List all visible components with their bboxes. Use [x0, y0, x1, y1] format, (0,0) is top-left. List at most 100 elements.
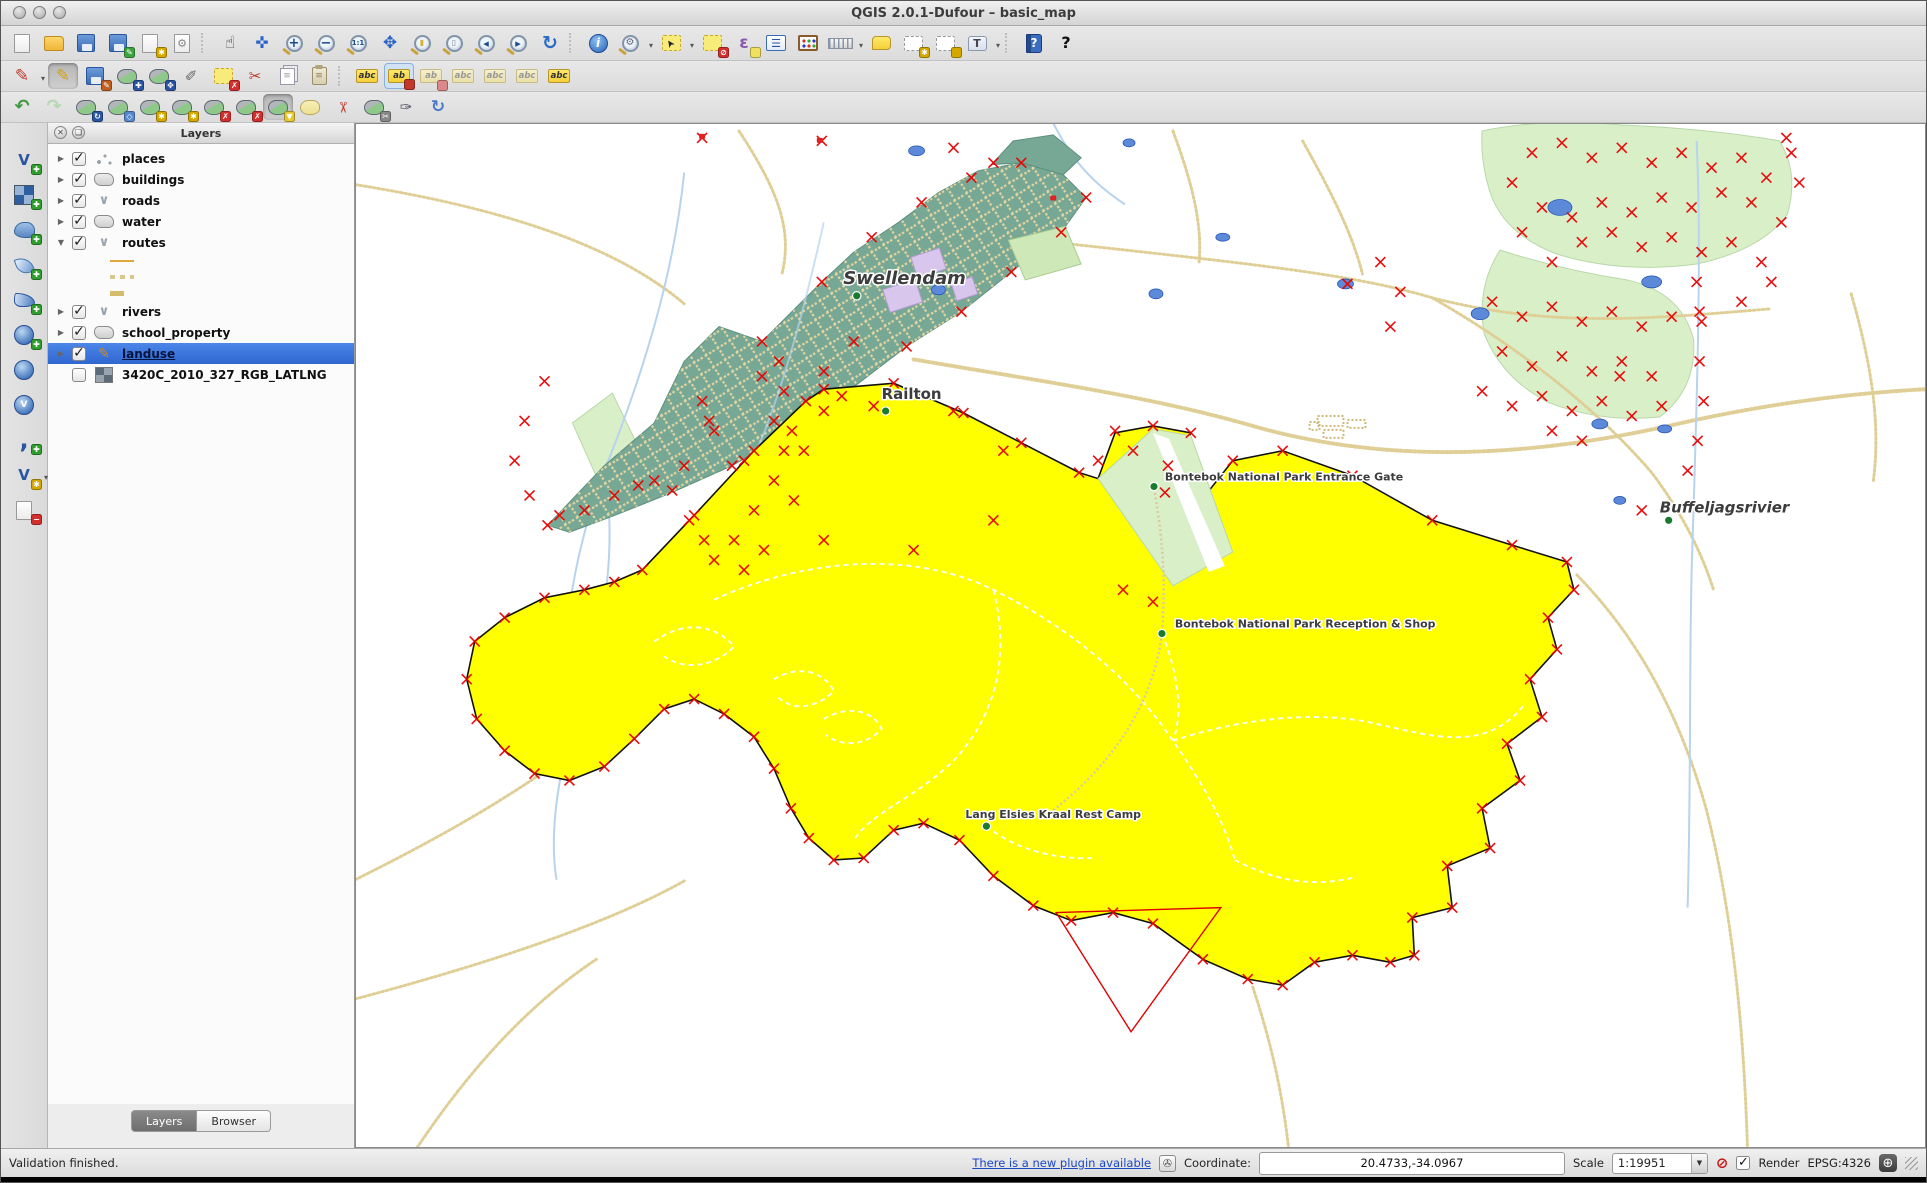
minimize-button[interactable]: [33, 6, 46, 19]
plugin-available-link[interactable]: There is a new plugin available: [972, 1156, 1151, 1170]
add-postgis-layer[interactable]: ✚: [8, 217, 40, 243]
save-layer-edits[interactable]: ✎: [80, 63, 110, 89]
float-panel-icon[interactable]: ❏: [72, 126, 85, 139]
layer-visibility-checkbox[interactable]: [72, 215, 86, 229]
open-project[interactable]: [39, 30, 69, 56]
refresh[interactable]: ↻: [535, 30, 565, 56]
add-delimited-text-layer[interactable]: ,✚: [8, 427, 40, 453]
move-label[interactable]: abc: [448, 63, 478, 89]
layer-visibility-checkbox[interactable]: [72, 368, 86, 382]
map-canvas[interactable]: SwellendamRailtonBontebok National Park …: [355, 123, 1926, 1148]
zoom-in[interactable]: +: [279, 30, 309, 56]
disclosure-triangle[interactable]: ▶: [56, 196, 66, 205]
split-parts[interactable]: ✂: [359, 94, 389, 120]
layer-item-roads[interactable]: ▶roads: [48, 190, 354, 211]
layer-item-water[interactable]: ▶water: [48, 211, 354, 232]
copy-features[interactable]: ≡: [272, 63, 302, 89]
add-part[interactable]: ✱: [167, 94, 197, 120]
layer-item-routes[interactable]: ▼routes: [48, 232, 354, 253]
scale-dropdown-icon[interactable]: ▼: [1691, 1154, 1707, 1173]
layer-visibility-checkbox[interactable]: [72, 236, 86, 250]
delete-selected[interactable]: ✗: [208, 63, 238, 89]
field-calculator[interactable]: [793, 30, 823, 56]
layer-item-places[interactable]: ▶places: [48, 148, 354, 169]
disclosure-triangle[interactable]: ▼: [56, 238, 66, 247]
layer-visibility-checkbox[interactable]: [72, 347, 86, 361]
highlight-pinned-labels[interactable]: ab: [416, 63, 446, 89]
text-annotation[interactable]: T▾: [962, 30, 992, 56]
pin-labels[interactable]: ab: [384, 63, 414, 89]
zoom-last[interactable]: ◂: [471, 30, 501, 56]
merge-selected-features[interactable]: ✑: [391, 94, 421, 120]
split-features[interactable]: ✂: [327, 94, 357, 120]
add-wfs-layer[interactable]: V: [8, 392, 40, 418]
layer-item-3420C_2010_327_RGB_LATLNG[interactable]: 3420C_2010_327_RGB_LATLNG: [48, 364, 354, 385]
add-feature[interactable]: ✚: [112, 63, 142, 89]
crs-indicator-icon[interactable]: ⊕: [1879, 1154, 1897, 1172]
coordinate-input[interactable]: [1259, 1152, 1565, 1175]
node-tool[interactable]: ✐: [176, 63, 206, 89]
help-contents[interactable]: ?: [1019, 30, 1049, 56]
plugin-icon[interactable]: ✇: [1159, 1155, 1176, 1172]
disclosure-triangle[interactable]: ▶: [56, 349, 66, 358]
disclosure-triangle[interactable]: ▶: [56, 217, 66, 226]
map-tips[interactable]: [866, 30, 896, 56]
add-spatialite-layer[interactable]: ✚: [8, 252, 40, 278]
whats-this[interactable]: ?: [1051, 30, 1081, 56]
layer-item-school_property[interactable]: ▶school_property: [48, 322, 354, 343]
paste-features[interactable]: ≡: [304, 63, 334, 89]
labeling-options[interactable]: abc: [352, 63, 382, 89]
layer-visibility-checkbox[interactable]: [72, 194, 86, 208]
disclosure-triangle[interactable]: ▶: [56, 307, 66, 316]
rotate-label[interactable]: abc: [480, 63, 510, 89]
run-feature-action[interactable]: ⚙▾: [615, 30, 645, 56]
zoom-next[interactable]: ▸: [503, 30, 533, 56]
select-features[interactable]: ➤▾: [656, 30, 686, 56]
close-button[interactable]: [13, 6, 26, 19]
zoom-to-layer[interactable]: ▯: [439, 30, 469, 56]
add-wcs-layer[interactable]: [8, 357, 40, 383]
select-by-expression[interactable]: ε: [729, 30, 759, 56]
close-panel-icon[interactable]: ✕: [54, 126, 67, 139]
cut-features[interactable]: ✂: [240, 63, 270, 89]
disclosure-triangle[interactable]: ▶: [56, 328, 66, 337]
add-ring[interactable]: ✱: [135, 94, 165, 120]
disclosure-triangle[interactable]: ▶: [56, 175, 66, 184]
zoom-native[interactable]: 1:1: [343, 30, 373, 56]
new-shapefile-layer[interactable]: V✱▾: [8, 462, 40, 488]
add-mssql-layer[interactable]: ✚: [8, 287, 40, 313]
delete-ring[interactable]: ✗: [199, 94, 229, 120]
new-print-composer[interactable]: ✱: [135, 30, 165, 56]
layer-item-buildings[interactable]: ▶buildings: [48, 169, 354, 190]
add-wms-layer[interactable]: ✚: [8, 322, 40, 348]
save-project[interactable]: [71, 30, 101, 56]
rotate-point-symbols[interactable]: ↻: [423, 94, 453, 120]
add-raster-layer[interactable]: ✚: [8, 182, 40, 208]
add-vector-layer[interactable]: V✚: [8, 147, 40, 173]
toggle-editing[interactable]: ✎: [48, 63, 78, 89]
move-feature[interactable]: ✥: [144, 63, 174, 89]
tab-layers[interactable]: Layers: [131, 1110, 197, 1132]
stop-render-icon[interactable]: ⊘: [1716, 1156, 1729, 1171]
deselect-features[interactable]: ⊘: [697, 30, 727, 56]
delete-part[interactable]: ✗: [231, 94, 261, 120]
render-checkbox[interactable]: [1736, 1156, 1750, 1170]
zoom-full[interactable]: ✥: [375, 30, 405, 56]
layer-item-landuse[interactable]: ▶landuse: [48, 343, 354, 364]
layer-visibility-checkbox[interactable]: [72, 173, 86, 187]
rotate-feature[interactable]: ↻: [71, 94, 101, 120]
current-edits[interactable]: ✎▾: [7, 63, 37, 89]
resize-grip[interactable]: [1905, 1157, 1918, 1170]
layer-visibility-checkbox[interactable]: [72, 152, 86, 166]
composer-manager[interactable]: ⚙: [167, 30, 197, 56]
layer-visibility-checkbox[interactable]: [72, 326, 86, 340]
change-label[interactable]: abc: [512, 63, 542, 89]
offset-curve[interactable]: [295, 94, 325, 120]
pan-map[interactable]: ☝: [215, 30, 245, 56]
disclosure-triangle[interactable]: ▶: [56, 154, 66, 163]
zoom-window-button[interactable]: [53, 6, 66, 19]
zoom-to-selection[interactable]: ▮: [407, 30, 437, 56]
tab-browser[interactable]: Browser: [197, 1110, 271, 1132]
save-project-as[interactable]: ✎: [103, 30, 133, 56]
undo[interactable]: ↶: [7, 94, 37, 120]
